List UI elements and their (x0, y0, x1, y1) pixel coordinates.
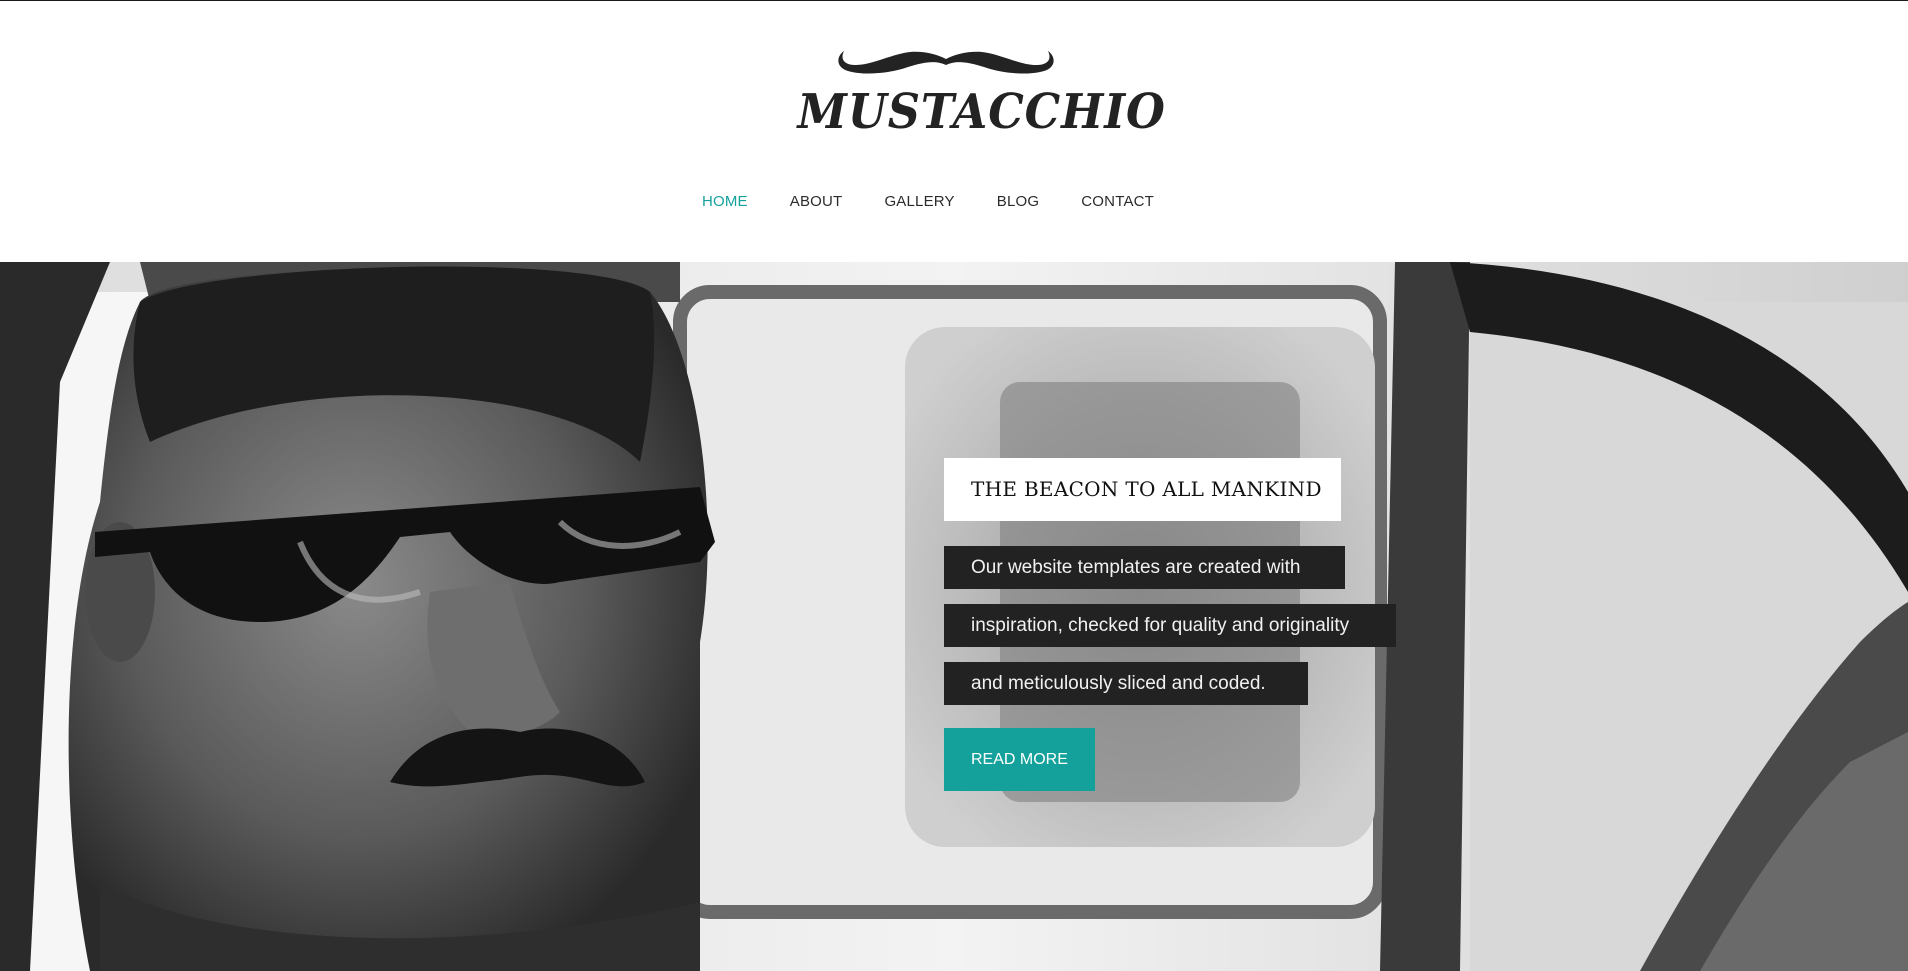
nav-contact[interactable]: CONTACT (1081, 190, 1154, 214)
hero-title: THE BEACON TO ALL MANKIND (944, 458, 1341, 521)
read-more-button[interactable]: READ MORE (944, 728, 1095, 791)
hero-text-line: Our website templates are created with (944, 546, 1345, 589)
nav-home[interactable]: HOME (702, 190, 748, 214)
nav-about[interactable]: ABOUT (790, 190, 843, 214)
nav-blog[interactable]: BLOG (997, 190, 1039, 214)
logo[interactable]: MUSTACCHIO (786, 41, 1166, 141)
hero-text-line: inspiration, checked for quality and ori… (944, 604, 1396, 647)
site-header: MUSTACCHIO HOME ABOUT GALLERY BLOG CONTA… (0, 1, 1908, 262)
nav-gallery[interactable]: GALLERY (884, 190, 954, 214)
hero-text-line: and meticulously sliced and coded. (944, 662, 1308, 705)
logo-wordmark: MUSTACCHIO (797, 84, 1166, 140)
main-nav: HOME ABOUT GALLERY BLOG CONTACT (0, 190, 1908, 214)
hero-slider: THE BEACON TO ALL MANKIND Our website te… (0, 262, 1908, 971)
